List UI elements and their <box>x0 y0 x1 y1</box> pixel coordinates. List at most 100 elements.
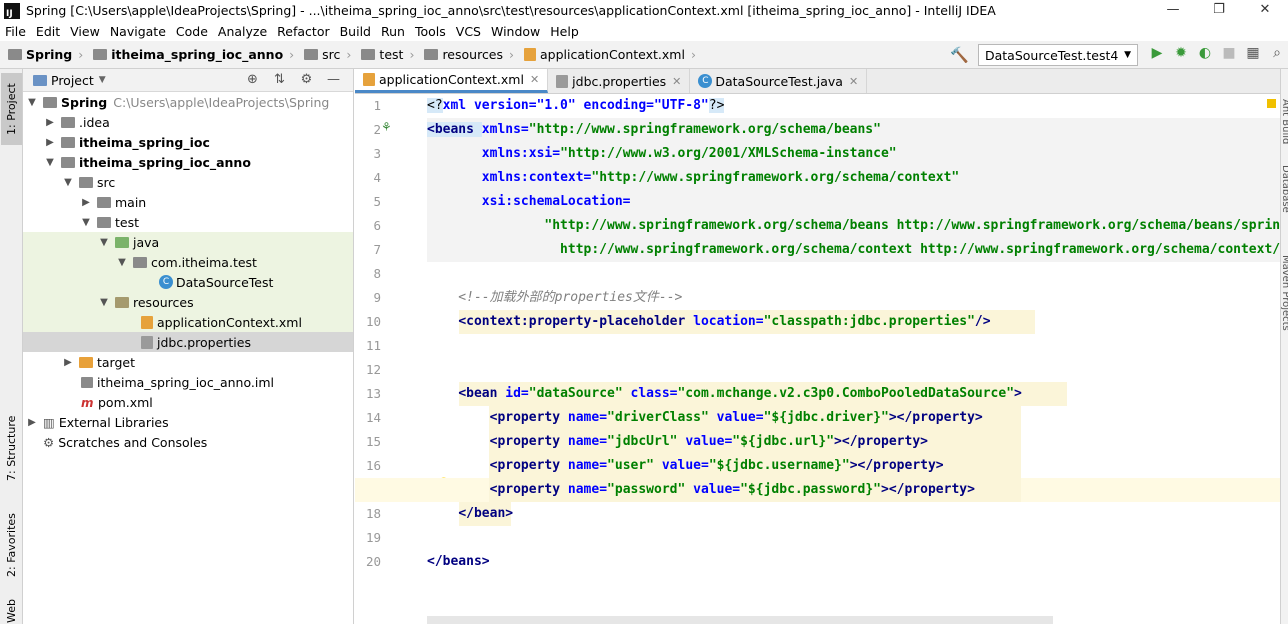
locate-file-icon[interactable]: ⊕ <box>239 72 266 87</box>
menu-vcs[interactable]: VCS <box>451 24 486 39</box>
tree-item-package[interactable]: ▼ com.itheima.test <box>23 252 353 272</box>
menu-analyze[interactable]: Analyze <box>213 24 272 39</box>
tree-item-resources[interactable]: ▼ resources <box>23 292 353 312</box>
coverage-icon[interactable]: ◐ <box>1193 45 1217 61</box>
breadcrumb-resources[interactable]: resources › <box>416 47 516 62</box>
folder-icon <box>8 49 22 60</box>
run-configuration-select[interactable]: DataSourceTest.test4 ▼ <box>978 44 1138 66</box>
tree-item-idea[interactable]: ▶ .idea <box>23 112 353 132</box>
left-tool-strip: 1: Project 7: Structure 2: Favorites Web <box>0 69 23 624</box>
line-number: 19 <box>365 530 381 545</box>
folder-icon <box>93 49 108 60</box>
tree-item-java[interactable]: ▼ java <box>23 232 353 252</box>
menu-code[interactable]: Code <box>171 24 213 39</box>
breadcrumb-src[interactable]: src › <box>296 47 353 62</box>
code-line-3: xmlns:xsi="http://www.w3.org/2001/XMLSch… <box>481 146 897 161</box>
tree-item-main[interactable]: ▶ main <box>23 192 353 212</box>
chevron-down-icon: ▼ <box>1124 50 1131 60</box>
maximize-button[interactable]: ❐ <box>1196 0 1242 21</box>
tree-item-applicationcontext[interactable]: applicationContext.xml <box>23 312 353 332</box>
gear-icon[interactable]: ⚙ <box>293 72 320 87</box>
menu-help[interactable]: Help <box>545 24 584 39</box>
horizontal-scrollbar[interactable] <box>427 616 1053 624</box>
module-file-icon <box>81 376 93 388</box>
tree-item-spring[interactable]: ▼ Spring C:\Users\apple\IdeaProjects\Sprin… <box>23 92 353 112</box>
breadcrumb-module[interactable]: itheima_spring_ioc_anno › <box>85 47 296 62</box>
tab-web-tool[interactable]: Web <box>1 595 22 624</box>
menu-file[interactable]: File <box>0 24 31 39</box>
line-number: 6 <box>373 218 381 233</box>
tab-database[interactable]: Database <box>1280 165 1288 213</box>
close-icon[interactable]: ✕ <box>849 75 858 88</box>
project-panel-actions: ⊕ ⇅ ⚙ — <box>239 72 347 87</box>
minimize-button[interactable]: — <box>1150 0 1196 21</box>
chevron-right-icon: ▶ <box>28 416 36 428</box>
chevron-down-icon: ▼ <box>82 216 90 228</box>
code-line-2: <beans xmlns="http://www.springframework… <box>427 122 881 137</box>
properties-file-icon <box>141 335 153 349</box>
project-panel: Project ▼ ⊕ ⇅ ⚙ — ▼ Spring C:\Users\apple\… <box>23 69 354 624</box>
line-number: 16 <box>365 458 381 473</box>
menu-tools[interactable]: Tools <box>410 24 451 39</box>
debug-icon[interactable]: ✹ <box>1169 45 1193 61</box>
code-line-20: </beans> <box>427 554 490 569</box>
breadcrumb-spring[interactable]: Spring › <box>0 47 85 62</box>
collapse-all-icon[interactable]: ⇅ <box>266 72 293 87</box>
tab-favorites-tool[interactable]: 2: Favorites <box>1 505 22 585</box>
tab-maven-projects[interactable]: Maven Projects <box>1280 255 1288 331</box>
folder-icon <box>61 136 75 148</box>
tab-structure-tool[interactable]: 7: Structure <box>1 409 22 487</box>
hammer-icon[interactable]: 🔨 <box>950 46 969 64</box>
tab-applicationcontext[interactable]: applicationContext.xml ✕ <box>355 69 549 93</box>
search-icon[interactable]: ⌕ <box>1265 45 1288 61</box>
tab-ant-build[interactable]: Ant Build <box>1280 99 1288 144</box>
hide-panel-icon[interactable]: — <box>320 72 347 87</box>
close-icon[interactable]: ✕ <box>530 73 539 86</box>
maven-icon: m <box>81 396 94 410</box>
menu-refactor[interactable]: Refactor <box>272 24 334 39</box>
tree-item-jdbc-properties[interactable]: jdbc.properties <box>23 332 353 352</box>
scratches-icon: ⚙ <box>43 434 55 450</box>
tree-item-datasourcetest[interactable]: C DataSourceTest <box>23 272 353 292</box>
menu-build[interactable]: Build <box>335 24 376 39</box>
code-area[interactable]: <?xml version="1.0" encoding="UTF-8"?> <… <box>355 94 1288 624</box>
folder-icon <box>361 49 376 60</box>
chevron-down-icon: ▼ <box>118 256 126 268</box>
menu-view[interactable]: View <box>65 24 105 39</box>
tab-project-tool[interactable]: 1: Project <box>1 73 22 145</box>
tab-datasourcetest[interactable]: C DataSourceTest.java ✕ <box>690 69 868 93</box>
project-view-selector[interactable]: Project <box>51 73 94 88</box>
tree-item-ioc-anno[interactable]: ▼ itheima_spring_ioc_anno <box>23 152 353 172</box>
project-structure-icon[interactable]: ▦ <box>1241 45 1265 61</box>
menu-run[interactable]: Run <box>376 24 410 39</box>
class-icon: C <box>159 275 173 289</box>
menu-edit[interactable]: Edit <box>31 24 65 39</box>
line-number: 12 <box>365 362 381 377</box>
run-config-label: DataSourceTest.test4 <box>985 47 1119 63</box>
package-icon <box>133 256 147 268</box>
chevron-down-icon[interactable]: ▼ <box>99 75 106 85</box>
tree-item-iml[interactable]: itheima_spring_ioc_anno.iml <box>23 372 353 392</box>
tree-item-pom[interactable]: m pom.xml <box>23 392 353 412</box>
menu-navigate[interactable]: Navigate <box>105 24 171 39</box>
stop-icon[interactable]: ■ <box>1217 45 1241 61</box>
close-button[interactable]: ✕ <box>1242 0 1288 21</box>
run-icon[interactable]: ▶ <box>1145 45 1169 61</box>
tree-item-test[interactable]: ▼ test <box>23 212 353 232</box>
code-line-1: <?xml version="1.0" encoding="UTF-8"?> <box>427 98 725 113</box>
tab-jdbc-properties[interactable]: jdbc.properties ✕ <box>548 69 691 93</box>
spring-bean-gutter-icon[interactable]: ⚘ <box>381 120 392 134</box>
tree-item-scratches[interactable]: ⚙ Scratches and Consoles <box>23 432 353 452</box>
close-icon[interactable]: ✕ <box>672 75 681 88</box>
tree-item-external-libraries[interactable]: ▶ ▥ External Libraries <box>23 412 353 432</box>
breadcrumb-test[interactable]: test › <box>353 47 416 62</box>
tree-item-ioc[interactable]: ▶ itheima_spring_ioc <box>23 132 353 152</box>
inspection-status-icon[interactable] <box>1267 99 1276 108</box>
tree-item-src[interactable]: ▼ src <box>23 172 353 192</box>
code-line-9: <!--加载外部的properties文件--> <box>427 290 683 305</box>
tree-item-target[interactable]: ▶ target <box>23 352 353 372</box>
menu-window[interactable]: Window <box>486 24 545 39</box>
chevron-down-icon: ▼ <box>46 156 54 168</box>
breadcrumb-file[interactable]: applicationContext.xml › <box>516 47 698 62</box>
properties-file-icon <box>556 74 569 88</box>
